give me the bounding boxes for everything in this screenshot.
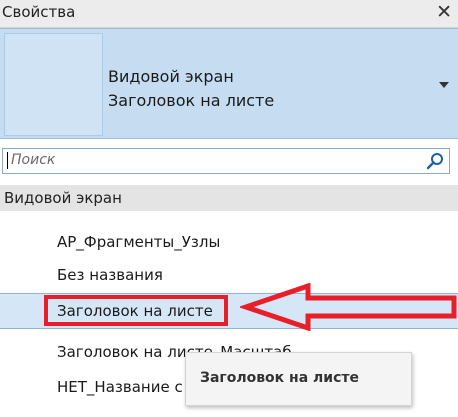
list-item-label: НЕТ_Название с xyxy=(57,378,183,396)
chevron-down-icon[interactable] xyxy=(439,82,449,88)
tooltip: Заголовок на листе xyxy=(185,352,412,406)
close-icon[interactable]: ✕ xyxy=(436,1,452,23)
group-header-label: Видовой экран xyxy=(4,189,122,207)
type-name-label: Заголовок на листе xyxy=(108,91,275,110)
list-item-label: Без названия xyxy=(57,266,163,284)
properties-titlebar: Свойства ✕ xyxy=(0,0,458,28)
list-item-label: АР_Фрагменты_Узлы xyxy=(57,233,221,251)
text-caret xyxy=(7,152,8,169)
type-family-label: Видовой экран xyxy=(108,67,234,86)
group-header: Видовой экран xyxy=(0,185,458,211)
search-icon[interactable] xyxy=(425,151,445,171)
type-preview-thumbnail xyxy=(4,33,103,136)
search-input[interactable] xyxy=(11,150,411,170)
annotation-arrow-icon xyxy=(240,283,457,331)
tooltip-text: Заголовок на листе xyxy=(200,370,360,386)
window-title: Свойства xyxy=(2,3,76,21)
search-box[interactable] xyxy=(2,148,450,174)
list-item[interactable]: АР_Фрагменты_Узлы xyxy=(0,225,458,259)
type-selector[interactable]: Видовой экран Заголовок на листе xyxy=(0,28,458,139)
annotation-highlight-box xyxy=(44,295,228,326)
